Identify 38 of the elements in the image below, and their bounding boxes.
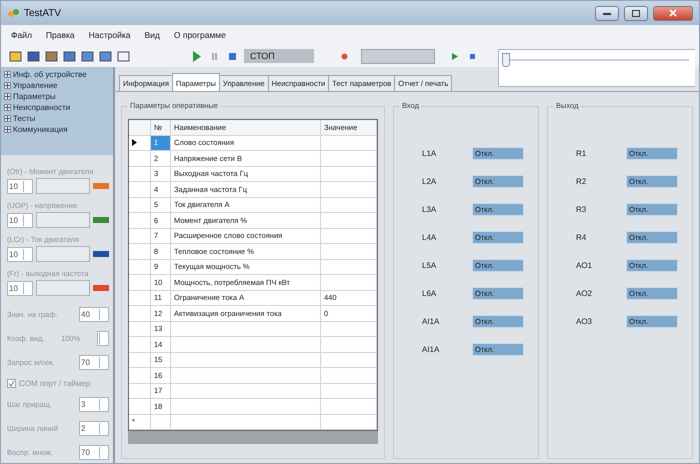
spin-field[interactable]: 10 — [7, 280, 33, 296]
tree-item[interactable]: Параметры — [13, 92, 56, 101]
signal-label: AI1A — [422, 344, 440, 354]
signal-label: R1 — [576, 148, 588, 158]
signal-label: R3 — [576, 204, 588, 214]
signal-label: AO3 — [576, 316, 594, 326]
signal-label: L4A — [422, 232, 438, 242]
menu-item[interactable]: Правка — [46, 30, 75, 40]
signal-label: L1A — [422, 148, 438, 158]
checkbox-label: COM порт / таймер — [19, 378, 90, 388]
spin-field[interactable]: 70 — [79, 444, 109, 460]
menu-item[interactable]: Вид — [144, 30, 160, 40]
signal-label: R4 — [576, 232, 588, 242]
spin-field[interactable]: 40 — [79, 306, 109, 322]
tree-item[interactable]: Неисправности — [13, 103, 70, 112]
spin-field[interactable]: 3 — [79, 396, 109, 412]
menu-item[interactable]: Настройка — [88, 30, 130, 40]
signal-label: R2 — [576, 176, 588, 186]
signal-label: AO1 — [576, 260, 594, 270]
status-field: СТОП — [244, 49, 314, 63]
spin-field[interactable]: 10 — [7, 178, 33, 194]
spin-field[interactable]: 10 — [7, 246, 33, 262]
spin-field[interactable]: 70 — [79, 354, 109, 370]
tree-item[interactable]: Коммуникация — [13, 125, 68, 134]
signal-label: L5A — [422, 260, 438, 270]
tree-item[interactable]: Тесты — [13, 114, 36, 123]
signal-label: AO2 — [576, 288, 594, 298]
signal-label: L3A — [422, 204, 438, 214]
spin-field[interactable]: 10 — [7, 212, 33, 228]
signal-label: L2A — [422, 176, 438, 186]
menu-item[interactable]: Файл — [11, 30, 32, 40]
tree-item[interactable]: Инф. об устройстве — [13, 70, 87, 79]
window-title: TestATV — [24, 8, 62, 18]
tree-item[interactable]: Управление — [13, 81, 58, 90]
spin-field[interactable]: 2 — [79, 420, 109, 436]
signal-label: AI1A — [422, 316, 440, 326]
menu-item[interactable]: О программе — [174, 30, 226, 40]
signal-label: L6A — [422, 288, 438, 298]
